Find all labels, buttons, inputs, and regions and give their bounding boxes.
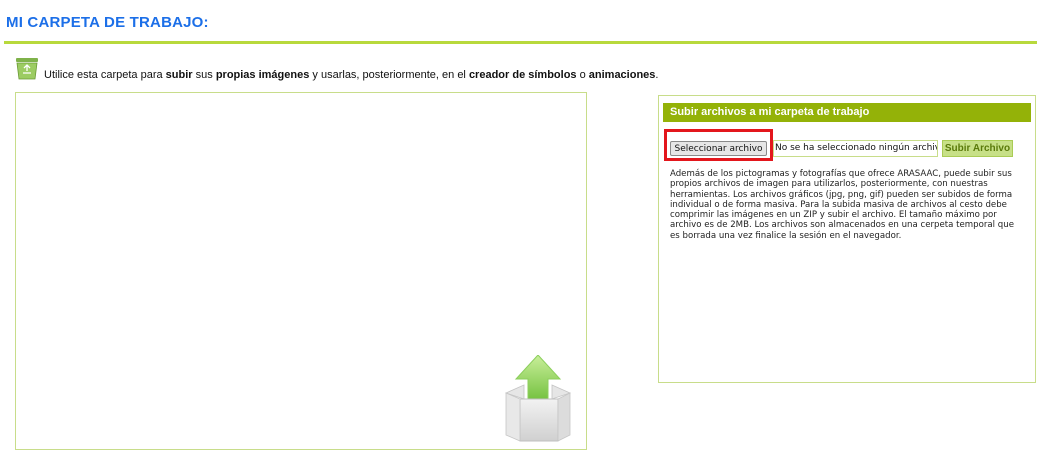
upload-panel: Subir archivos a mi carpeta de trabajo S… (658, 95, 1036, 383)
upload-box-icon (504, 355, 572, 442)
select-file-button[interactable]: Seleccionar archivo (670, 141, 767, 156)
page-title: MI CARPETA DE TRABAJO: (6, 14, 209, 31)
upload-description: Además de los pictogramas y fotografías … (670, 169, 1014, 241)
intro-text: Utilice esta carpeta para subir sus prop… (44, 69, 659, 81)
file-status-text: No se ha seleccionado ningún archivo (773, 140, 938, 157)
folder-drop-area[interactable] (15, 92, 587, 450)
recycle-basket-icon (16, 58, 38, 80)
upload-file-button[interactable]: Subir Archivo (942, 140, 1013, 157)
title-divider (4, 41, 1037, 44)
upload-panel-title: Subir archivos a mi carpeta de trabajo (663, 103, 1031, 122)
